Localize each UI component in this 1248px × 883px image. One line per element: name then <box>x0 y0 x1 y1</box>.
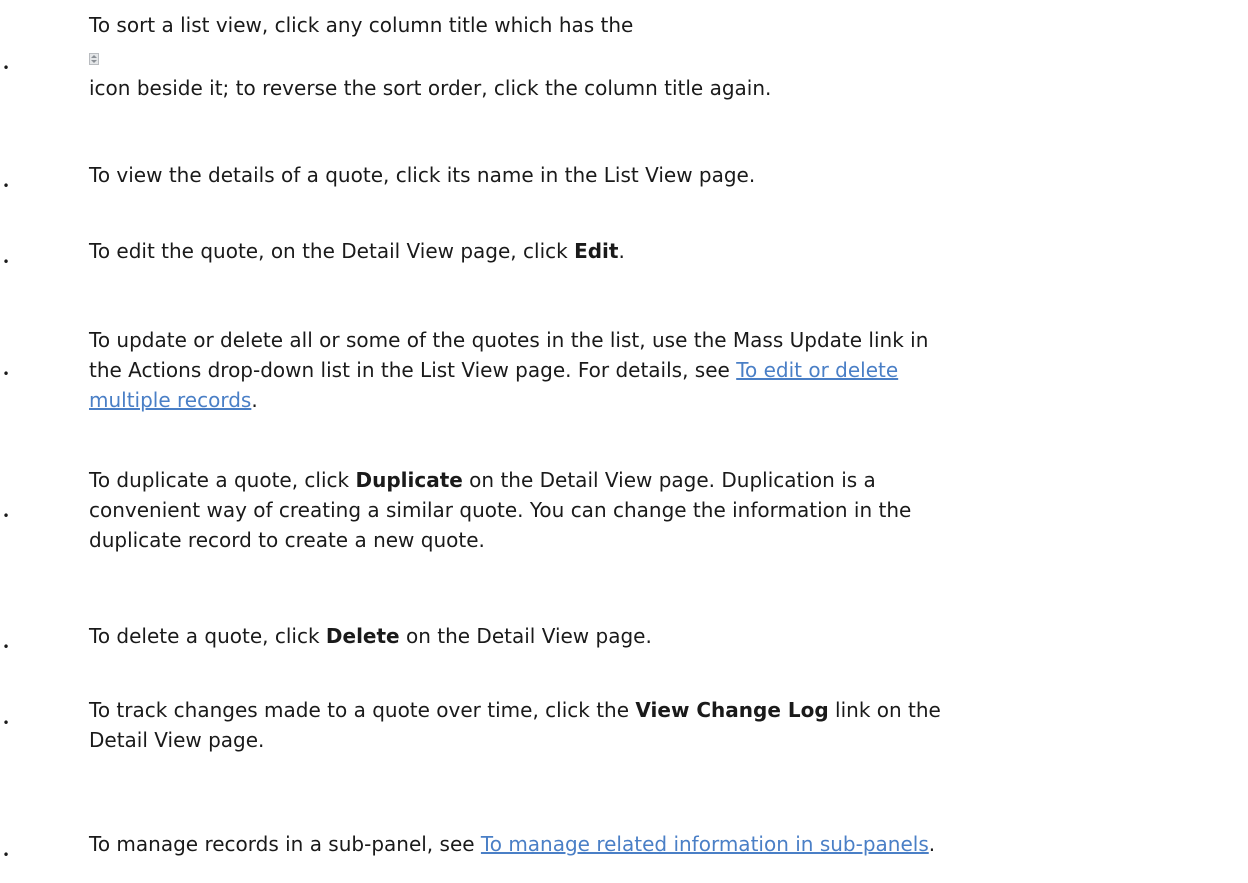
list-item: • To duplicate a quote, click Duplicate … <box>0 462 1248 602</box>
bullet: • <box>2 255 10 269</box>
list-item-text: Detail View page. <box>89 728 265 752</box>
list-item-text: the Actions drop-down list in the List V… <box>89 358 737 382</box>
list-item-text: To edit the quote, on the Detail View pa… <box>89 239 575 263</box>
list-item: • To edit the quote, on the Detail View … <box>0 226 1248 286</box>
edit-or-delete-multiple-records-link-cont[interactable]: multiple records <box>89 388 251 412</box>
bullet: • <box>2 716 10 730</box>
list-item: • To track changes made to a quote over … <box>0 696 1248 776</box>
bullet: • <box>2 179 10 193</box>
punctuation: . <box>928 832 936 856</box>
list-item-text: To delete a quote, click <box>89 624 326 648</box>
punctuation: . <box>618 239 625 263</box>
list-item-text: duplicate record to create a new quote. <box>89 528 485 552</box>
list-item: • To sort a list view, click any column … <box>0 0 1248 150</box>
list-item-text: icon beside it; to reverse the sort orde… <box>89 76 772 100</box>
bullet: • <box>2 367 10 381</box>
list-item-text: To update or delete all or some of the q… <box>89 328 929 352</box>
list-item: • To view the details of a quote, click … <box>0 150 1248 210</box>
list-item-text: To track changes made to a quote over ti… <box>89 698 636 722</box>
edit-label: Edit <box>574 239 619 263</box>
bullet: • <box>2 509 10 523</box>
list-item-text: To manage records in a sub-panel, see <box>89 832 481 856</box>
list-item-text: To view the details of a quote, click it… <box>89 163 756 187</box>
list-item: • To delete a quote, click Delete on the… <box>0 612 1248 672</box>
list-item-text: To duplicate a quote, click <box>89 468 356 492</box>
duplicate-label: Duplicate <box>355 468 463 492</box>
bullet: • <box>2 640 10 654</box>
list-item-text: on the Detail View page. Duplication is … <box>462 468 876 492</box>
list-item-text: link on the <box>828 698 941 722</box>
list-item-text: To sort a list view, click any column ti… <box>89 13 634 37</box>
edit-or-delete-multiple-records-link[interactable]: To edit or delete <box>736 358 898 382</box>
list-item: • To manage records in a sub-panel, see … <box>0 820 1248 880</box>
list-item-text: on the Detail View page. <box>399 624 652 648</box>
manage-related-information-link[interactable]: To manage related information in sub-pan… <box>481 832 929 856</box>
delete-label: Delete <box>325 624 400 648</box>
punctuation: . <box>251 388 258 412</box>
list-item: • To update or delete all or some of the… <box>0 320 1248 460</box>
view-change-log-label: View Change Log <box>635 698 829 722</box>
sort-icon <box>89 53 99 65</box>
bullet: • <box>2 61 10 75</box>
bullet: • <box>2 848 10 862</box>
list-item-text: convenient way of creating a similar quo… <box>89 498 912 522</box>
